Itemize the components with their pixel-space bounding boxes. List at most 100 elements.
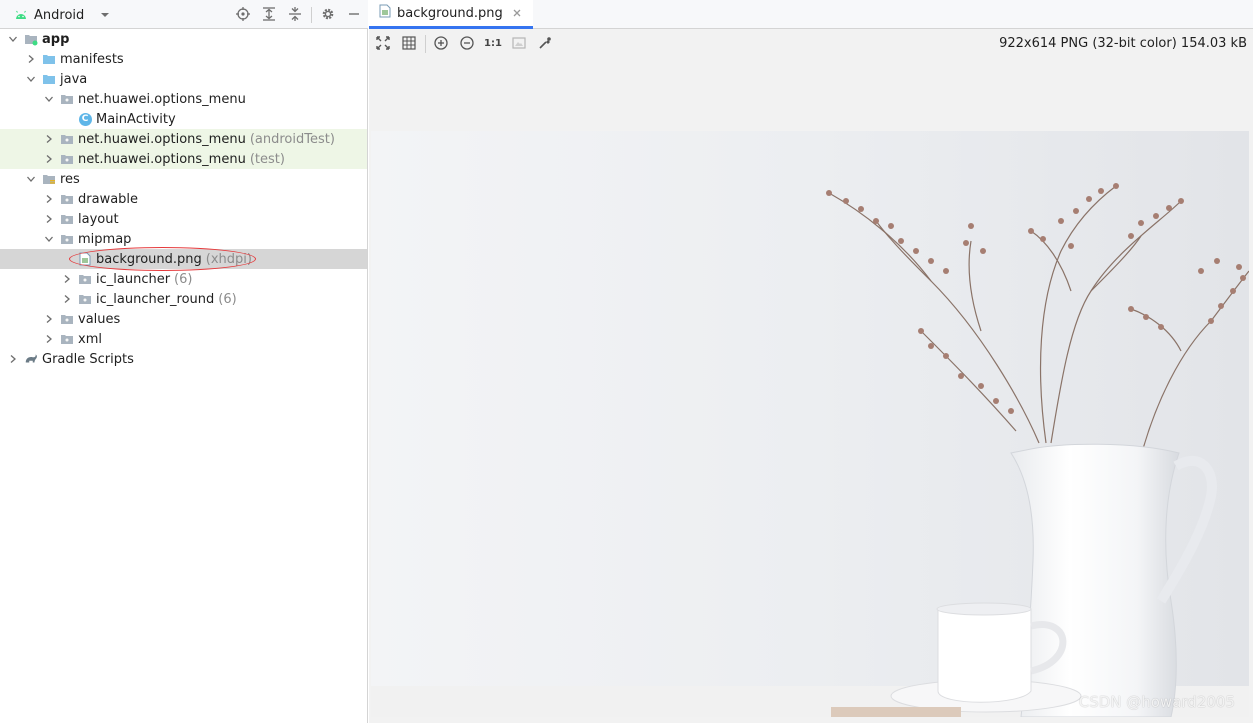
package-icon [60, 312, 74, 326]
minimize-icon[interactable] [346, 6, 362, 22]
package-icon [60, 332, 74, 346]
tree-item-hint: (test) [249, 151, 285, 167]
tab-background-png[interactable]: background.png [369, 0, 533, 29]
tree-item-values[interactable]: values [0, 309, 367, 329]
tree-item-app[interactable]: app [0, 29, 367, 49]
tree-item-label: res [60, 171, 80, 187]
view-selector-label: Android [34, 7, 85, 23]
package-icon [60, 232, 74, 246]
chevron-right-icon[interactable] [60, 272, 74, 286]
grid-icon[interactable] [401, 35, 417, 51]
tree-item-hint: (6) [174, 271, 193, 287]
chevron-right-icon[interactable] [42, 312, 56, 326]
package-icon [60, 152, 74, 166]
background-icon[interactable] [511, 35, 527, 51]
image-file-icon [379, 4, 391, 22]
chevron-right-icon[interactable] [42, 332, 56, 346]
chevron-right-icon[interactable] [24, 52, 38, 66]
tree-item-net-huawei-options-menu[interactable]: net.huawei.options_menu [0, 89, 367, 109]
chevron-right-icon[interactable] [42, 152, 56, 166]
locate-icon[interactable] [235, 6, 251, 22]
tree-item-label: xml [78, 331, 102, 347]
chevron-right-icon[interactable] [6, 352, 20, 366]
image-preview: CSDN @howard2005 [371, 131, 1249, 717]
tree-item-hint: (xhdpi) [205, 251, 252, 267]
tree-item-label: background.png [96, 251, 202, 267]
collapse-all-icon[interactable] [287, 6, 303, 22]
module-folder-icon [24, 32, 38, 46]
tree-item-drawable[interactable]: drawable [0, 189, 367, 209]
close-icon[interactable] [511, 7, 523, 19]
zoom-in-icon[interactable] [433, 35, 449, 51]
tree-item-label: ic_launcher_round [96, 291, 215, 307]
package-icon [60, 212, 74, 226]
chevron-right-icon[interactable] [42, 192, 56, 206]
chevron-down-icon[interactable] [42, 232, 56, 246]
toolbar-separator [425, 35, 426, 53]
expand-all-icon[interactable] [261, 6, 277, 22]
android-icon [14, 8, 28, 22]
image-info: 922x614 PNG (32-bit color) 154.03 kB [999, 36, 1247, 51]
package-icon [60, 132, 74, 146]
tree-item-label: Gradle Scripts [42, 351, 134, 367]
tab-label: background.png [397, 5, 503, 21]
gear-icon[interactable] [320, 6, 336, 22]
tree-item-mainactivity[interactable]: C MainActivity [0, 109, 367, 129]
tree-item-xml[interactable]: xml [0, 329, 367, 349]
image-editor: background.png 1:1 922x614 PNG (32-bit c… [369, 0, 1253, 723]
tree-item-label: ic_launcher [96, 271, 171, 287]
package-icon [78, 292, 92, 306]
project-tree: app manifests java net.huawei.options_menu C… [0, 29, 367, 369]
fit-zoom-icon[interactable] [375, 35, 391, 51]
color-picker-icon[interactable] [537, 35, 553, 51]
actual-size-label: 1:1 [484, 37, 502, 49]
tree-item-res[interactable]: res [0, 169, 367, 189]
view-selector-dropdown[interactable]: Android [14, 5, 112, 25]
tree-item-label: values [78, 311, 121, 327]
tree-item-hint: (androidTest) [249, 131, 335, 147]
image-file-icon [78, 252, 92, 266]
tree-item-label: mipmap [78, 231, 132, 247]
zoom-out-icon[interactable] [459, 35, 475, 51]
chevron-right-icon[interactable] [42, 212, 56, 226]
gradle-icon [24, 352, 38, 366]
vase-photo [371, 131, 1249, 717]
chevron-down-icon[interactable] [6, 32, 20, 46]
project-panel-header: Android [0, 0, 368, 29]
editor-tab-bar: background.png [369, 0, 1253, 29]
tree-item-label: net.huawei.options_menu [78, 131, 246, 147]
tree-item-ic-launcher[interactable]: ic_launcher (6) [0, 269, 367, 289]
tree-item-net-huawei-options-menu[interactable]: net.huawei.options_menu (test) [0, 149, 367, 169]
chevron-right-icon[interactable] [42, 132, 56, 146]
package-icon [60, 192, 74, 206]
chevron-down-icon[interactable] [24, 72, 38, 86]
tree-item-hint: (6) [218, 291, 237, 307]
tree-item-label: MainActivity [96, 111, 176, 127]
actual-size-icon[interactable]: 1:1 [484, 35, 502, 51]
package-icon [60, 92, 74, 106]
tree-item-label: net.huawei.options_menu [78, 151, 246, 167]
project-panel: Android app manifests java net.huawei.optio… [0, 0, 368, 723]
toolbar-separator [311, 7, 312, 23]
chevron-down-icon[interactable] [24, 172, 38, 186]
package-icon [78, 272, 92, 286]
tree-item-label: app [42, 31, 70, 47]
resources-folder-icon [42, 172, 56, 186]
tree-item-label: manifests [60, 51, 124, 67]
tree-item-label: layout [78, 211, 119, 227]
tree-item-net-huawei-options-menu[interactable]: net.huawei.options_menu (androidTest) [0, 129, 367, 149]
tree-item-mipmap[interactable]: mipmap [0, 229, 367, 249]
tree-item-manifests[interactable]: manifests [0, 49, 367, 69]
chevron-down-icon [98, 8, 112, 22]
tree-item-layout[interactable]: layout [0, 209, 367, 229]
class-icon: C [78, 112, 92, 126]
tree-item-java[interactable]: java [0, 69, 367, 89]
chevron-down-icon[interactable] [42, 92, 56, 106]
tree-item-ic-launcher-round[interactable]: ic_launcher_round (6) [0, 289, 367, 309]
tree-item-label: java [60, 71, 88, 87]
chevron-right-icon[interactable] [60, 292, 74, 306]
tree-item-background-png[interactable]: background.png (xhdpi) [0, 249, 367, 269]
watermark: CSDN @howard2005 [1078, 693, 1235, 711]
tree-item-gradle-scripts[interactable]: Gradle Scripts [0, 349, 367, 369]
folder-icon [42, 72, 56, 86]
